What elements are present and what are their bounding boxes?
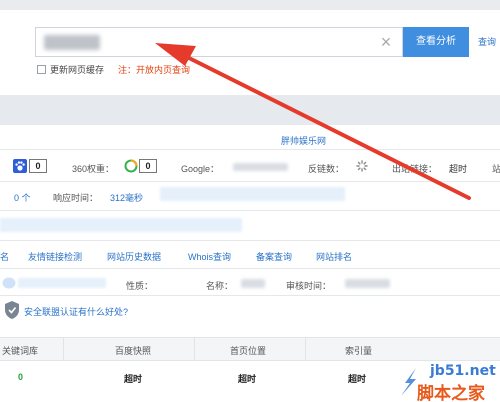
update-cache-label[interactable]: 更新网页缓存 [50, 63, 104, 76]
security-alliance-link[interactable]: 安全联盟认证有什么好处? [24, 305, 128, 318]
watermark-brand: 脚本之家 [417, 384, 485, 402]
inner-page-note: 注：开放内页查询 [118, 65, 191, 75]
name-label: 名称： [206, 281, 234, 291]
blurred-info-bar [0, 218, 242, 232]
blurred-icp-value [18, 278, 106, 288]
outlinks-label: 出站链接： [392, 164, 438, 174]
backlinks-label: 反链数： [308, 164, 345, 174]
blurred-url-text [44, 35, 100, 50]
paw-icon [13, 159, 27, 173]
row-divider [0, 149, 500, 150]
watermark-url: jb51.net [430, 363, 496, 379]
row-divider [0, 295, 500, 296]
tab-friend-links[interactable]: 友情链接检测 [28, 250, 82, 263]
analyze-button[interactable]: 查看分析 [403, 27, 469, 57]
spinner-icon [356, 160, 368, 172]
column-separator [305, 338, 306, 360]
blurred-audit-value [345, 279, 390, 288]
row-divider [0, 268, 500, 269]
column-separator [194, 338, 195, 360]
query-link[interactable]: 查询 [478, 35, 496, 48]
outlinks-value: 超时 [449, 164, 468, 174]
table-header: 关键词库 百度快照 首页位置 索引量 [0, 337, 500, 361]
baidu-weight-badge[interactable]: 0 [29, 159, 47, 173]
google-label: Google： [181, 164, 220, 174]
column-separator [63, 338, 64, 360]
cell-keyword-count[interactable]: 0 [18, 372, 23, 382]
row-divider [0, 210, 500, 211]
circle-icon [124, 159, 138, 173]
so360-weight-badge[interactable]: 0 [139, 159, 157, 173]
response-time-label: 响应时间： [53, 193, 99, 203]
clear-icon[interactable]: × [376, 31, 396, 53]
search-input[interactable]: × [35, 27, 403, 57]
count-value[interactable]: 0 个 [14, 191, 31, 204]
blurred-info-bar [160, 187, 345, 201]
row-divider [0, 240, 500, 241]
audit-time-label: 审核时间： [286, 281, 332, 291]
trailing-label: 站 [492, 164, 500, 174]
th-baidu-snapshot: 百度快照 [115, 346, 152, 356]
nature-label: 性质： [126, 281, 154, 291]
site-name-link[interactable]: 胖帅娱乐网 [281, 134, 326, 147]
update-cache-checkbox[interactable] [37, 65, 46, 74]
cell-index-count: 超时 [348, 374, 367, 384]
tab-whois[interactable]: Whois查询 [188, 250, 231, 263]
tab-rank-fragment[interactable]: 名 [0, 250, 9, 263]
info-icon [2, 277, 16, 289]
th-keyword-library: 关键词库 [2, 346, 39, 356]
cell-baidu-snapshot: 超时 [124, 374, 143, 384]
th-home-position: 首页位置 [230, 346, 267, 356]
response-time-value: 312毫秒 [110, 193, 144, 203]
shield-icon [5, 301, 19, 319]
cell-home-position: 超时 [238, 374, 257, 384]
top-bar [0, 0, 500, 10]
blurred-name-value [241, 279, 265, 288]
row-divider [0, 181, 500, 182]
tab-site-rank[interactable]: 网站排名 [316, 250, 352, 263]
so360-label: 360权重： [72, 164, 115, 174]
tab-icp[interactable]: 备案查询 [256, 250, 292, 263]
section-band [0, 95, 500, 125]
tab-site-history[interactable]: 网站历史数据 [107, 250, 161, 263]
google-value-blurred [233, 163, 288, 171]
th-index-count: 索引量 [345, 346, 373, 356]
